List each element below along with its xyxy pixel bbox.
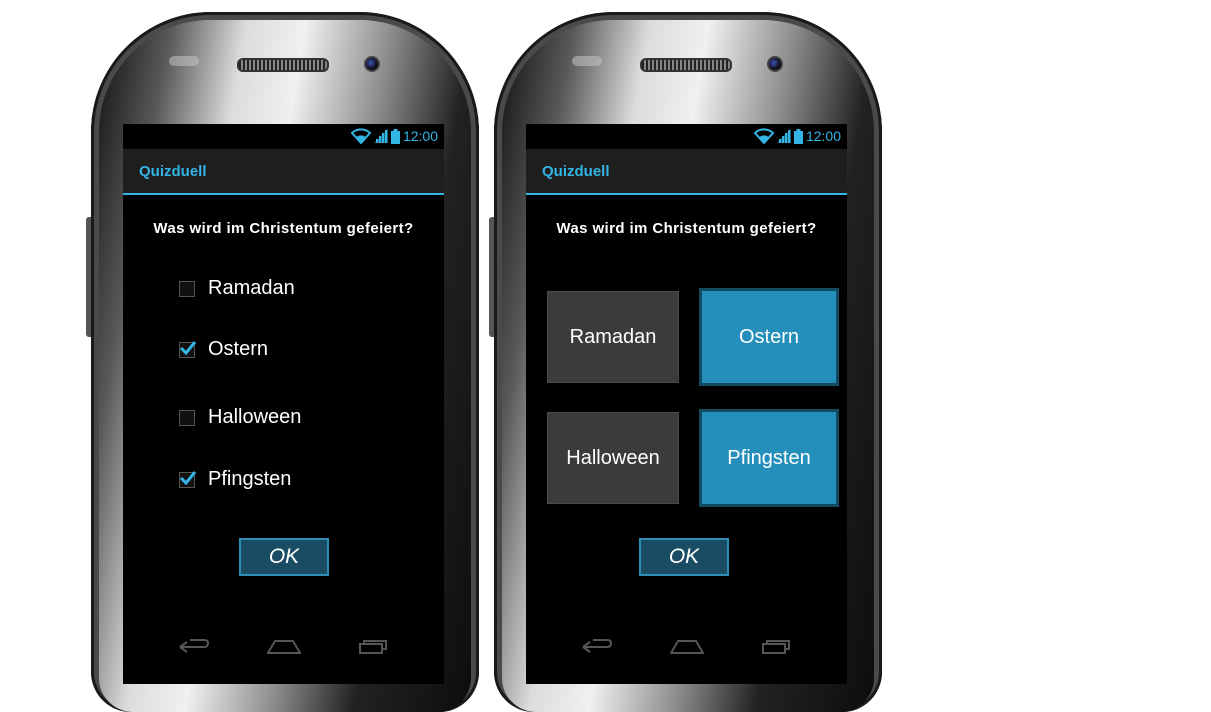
checkbox-ostern[interactable] [179,340,197,358]
back-icon[interactable] [178,638,210,659]
question-text: Was wird im Christentum gefeiert? [556,220,817,237]
checkmark-icon [179,470,197,485]
signal-icon [776,129,791,143]
recent-apps-icon[interactable] [761,638,793,659]
screen: 12:00 Quizduell Was wird im Christentum … [123,124,444,684]
checkbox-pfingsten[interactable] [179,470,197,488]
battery-icon [390,128,400,144]
navigation-bar [123,624,444,684]
ok-button[interactable]: OK [639,538,729,576]
navigation-bar [526,624,847,684]
app-title: Quizduell [542,163,610,180]
option-label: Pfingsten [208,468,292,490]
option-label: Ramadan [208,277,295,299]
option-label: Halloween [208,406,302,428]
volume-key [86,217,91,337]
home-icon[interactable] [266,638,302,659]
option-label: Ostern [208,338,269,360]
back-icon[interactable] [581,638,613,659]
earpiece-speaker [640,58,732,72]
wifi-icon [753,128,774,144]
phone-mockup-right: 12:00 Quizduell Was wird im Christentum … [489,12,882,712]
option-halloween[interactable]: Halloween [179,406,301,429]
proximity-sensor [572,56,602,66]
question-text: Was wird im Christentum gefeiert? [153,220,414,237]
signal-icon [373,129,388,143]
recent-apps-icon[interactable] [358,638,390,659]
checkbox-halloween[interactable] [179,409,195,426]
proximity-sensor [169,56,199,66]
option-pfingsten[interactable]: Pfingsten [179,468,291,491]
option-ostern[interactable]: Ostern [179,338,268,361]
answer-tile-pfingsten[interactable]: Pfingsten [699,409,839,507]
answer-tile-ramadan[interactable]: Ramadan [547,291,679,383]
front-camera [767,56,783,72]
answer-tile-halloween[interactable]: Halloween [547,412,679,504]
home-icon[interactable] [669,638,705,659]
answer-tile-ostern[interactable]: Ostern [699,288,839,386]
phone-mockup-left: 12:00 Quizduell Was wird im Christentum … [86,12,479,712]
volume-key [489,217,494,337]
ok-button[interactable]: OK [239,538,329,576]
action-bar: Quizduell [526,149,847,195]
status-time: 12:00 [805,128,841,144]
battery-icon [793,128,803,144]
front-camera [364,56,380,72]
status-time: 12:00 [402,128,438,144]
option-ramadan[interactable]: Ramadan [179,277,295,300]
checkmark-icon [179,340,197,355]
status-bar: 12:00 [526,124,847,149]
app-title: Quizduell [139,163,207,180]
checkbox-ramadan[interactable] [179,280,195,297]
screen: 12:00 Quizduell Was wird im Christentum … [526,124,847,684]
wifi-icon [350,128,371,144]
action-bar: Quizduell [123,149,444,195]
earpiece-speaker [237,58,329,72]
status-bar: 12:00 [123,124,444,149]
